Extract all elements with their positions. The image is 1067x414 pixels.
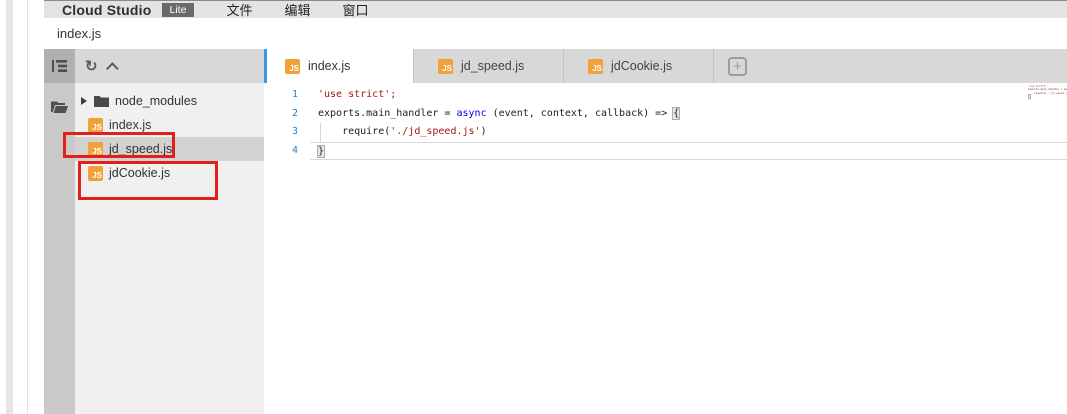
- menu-file[interactable]: 文件: [226, 0, 252, 19]
- code-line-3[interactable]: 3 require('./jd_speed.js'): [264, 123, 1067, 142]
- menubar: Cloud Studio Lite 文件 编辑 窗口: [44, 1, 1067, 18]
- line-content: require('./jd_speed.js'): [310, 123, 1067, 142]
- open-folder-icon[interactable]: [44, 91, 75, 121]
- tab-index.js[interactable]: JS index.js: [264, 49, 414, 83]
- minimap-line: }: [1028, 95, 1067, 98]
- code-editor[interactable]: 1'use strict';2exports.main_handler = as…: [264, 83, 1067, 414]
- line-number: 1: [264, 86, 310, 105]
- lite-badge: Lite: [162, 3, 195, 17]
- titlebar: index.js: [44, 18, 1067, 49]
- js-file-icon: JS: [285, 59, 300, 74]
- tab-jd_speed.js[interactable]: JS jd_speed.js: [414, 49, 564, 83]
- tab-label: jdCookie.js: [611, 59, 672, 73]
- js-file-icon: JS: [88, 142, 103, 157]
- tree-item-jd_speed.js[interactable]: JS jd_speed.js: [75, 137, 264, 161]
- line-number: 4: [264, 142, 310, 161]
- menu-window[interactable]: 窗口: [342, 0, 368, 19]
- minimap-line: require('./jd_speed.js'): [1028, 92, 1067, 95]
- new-tab-button[interactable]: +: [728, 57, 747, 76]
- menu-edit[interactable]: 编辑: [284, 0, 310, 19]
- tree-item-node_modules[interactable]: node_modules: [75, 89, 264, 113]
- tab-jdCookie.js[interactable]: JS jdCookie.js: [564, 49, 714, 83]
- tree-item-label: node_modules: [115, 94, 197, 108]
- indent-guide: [320, 123, 321, 142]
- explorer-toolbar: ↻: [75, 49, 264, 83]
- line-content: 'use strict';: [310, 86, 1067, 105]
- cloud-studio-window: Cloud Studio Lite 文件 编辑 窗口 index.js: [44, 0, 1067, 414]
- folder-icon: [94, 95, 109, 107]
- tree-item-label: jdCookie.js: [109, 166, 170, 180]
- explorer-panel: ↻ node_modules JS index.js JS jd_speed.js JS j…: [75, 49, 264, 414]
- line-number: 2: [264, 105, 310, 124]
- code-area[interactable]: 1'use strict';2exports.main_handler = as…: [264, 83, 1067, 160]
- activity-rail: [44, 49, 75, 414]
- expand-arrow-icon[interactable]: [81, 97, 87, 105]
- js-file-icon: JS: [588, 59, 603, 74]
- line-content: exports.main_handler = async (event, con…: [310, 105, 1067, 124]
- tree-item-index.js[interactable]: JS index.js: [75, 113, 264, 137]
- code-line-2[interactable]: 2exports.main_handler = async (event, co…: [264, 105, 1067, 124]
- page-margin-line: [27, 0, 28, 414]
- js-file-icon: JS: [88, 118, 103, 133]
- tab-label: index.js: [308, 59, 350, 73]
- tab-label: jd_speed.js: [461, 59, 524, 73]
- file-tree: node_modules JS index.js JS jd_speed.js JS jdC…: [75, 83, 264, 185]
- minimap[interactable]: 'use strict';exports.main_handler = asyn…: [1028, 85, 1067, 145]
- code-line-4[interactable]: 4}: [264, 142, 1067, 161]
- page-margin-strip: [6, 0, 13, 414]
- line-number: 3: [264, 123, 310, 142]
- brand-logo: Cloud Studio: [62, 2, 152, 18]
- tab-bar: JS index.js JS jd_speed.js JS jdCookie.js +: [264, 49, 1067, 83]
- tree-item-label: jd_speed.js: [109, 142, 172, 156]
- line-content: }: [310, 142, 1067, 161]
- code-line-1[interactable]: 1'use strict';: [264, 86, 1067, 105]
- tree-item-jdCookie.js[interactable]: JS jdCookie.js: [75, 161, 264, 185]
- collapse-up-icon[interactable]: [106, 62, 119, 75]
- refresh-icon[interactable]: ↻: [85, 59, 98, 74]
- window-title: index.js: [57, 26, 101, 41]
- tree-item-label: index.js: [109, 118, 151, 132]
- js-file-icon: JS: [88, 166, 103, 181]
- js-file-icon: JS: [438, 59, 453, 74]
- file-tree-icon[interactable]: [44, 49, 75, 83]
- editor-column: JSindex.jsJSjd_speed.jsJSjdCookie.js+ 1'…: [264, 49, 1067, 414]
